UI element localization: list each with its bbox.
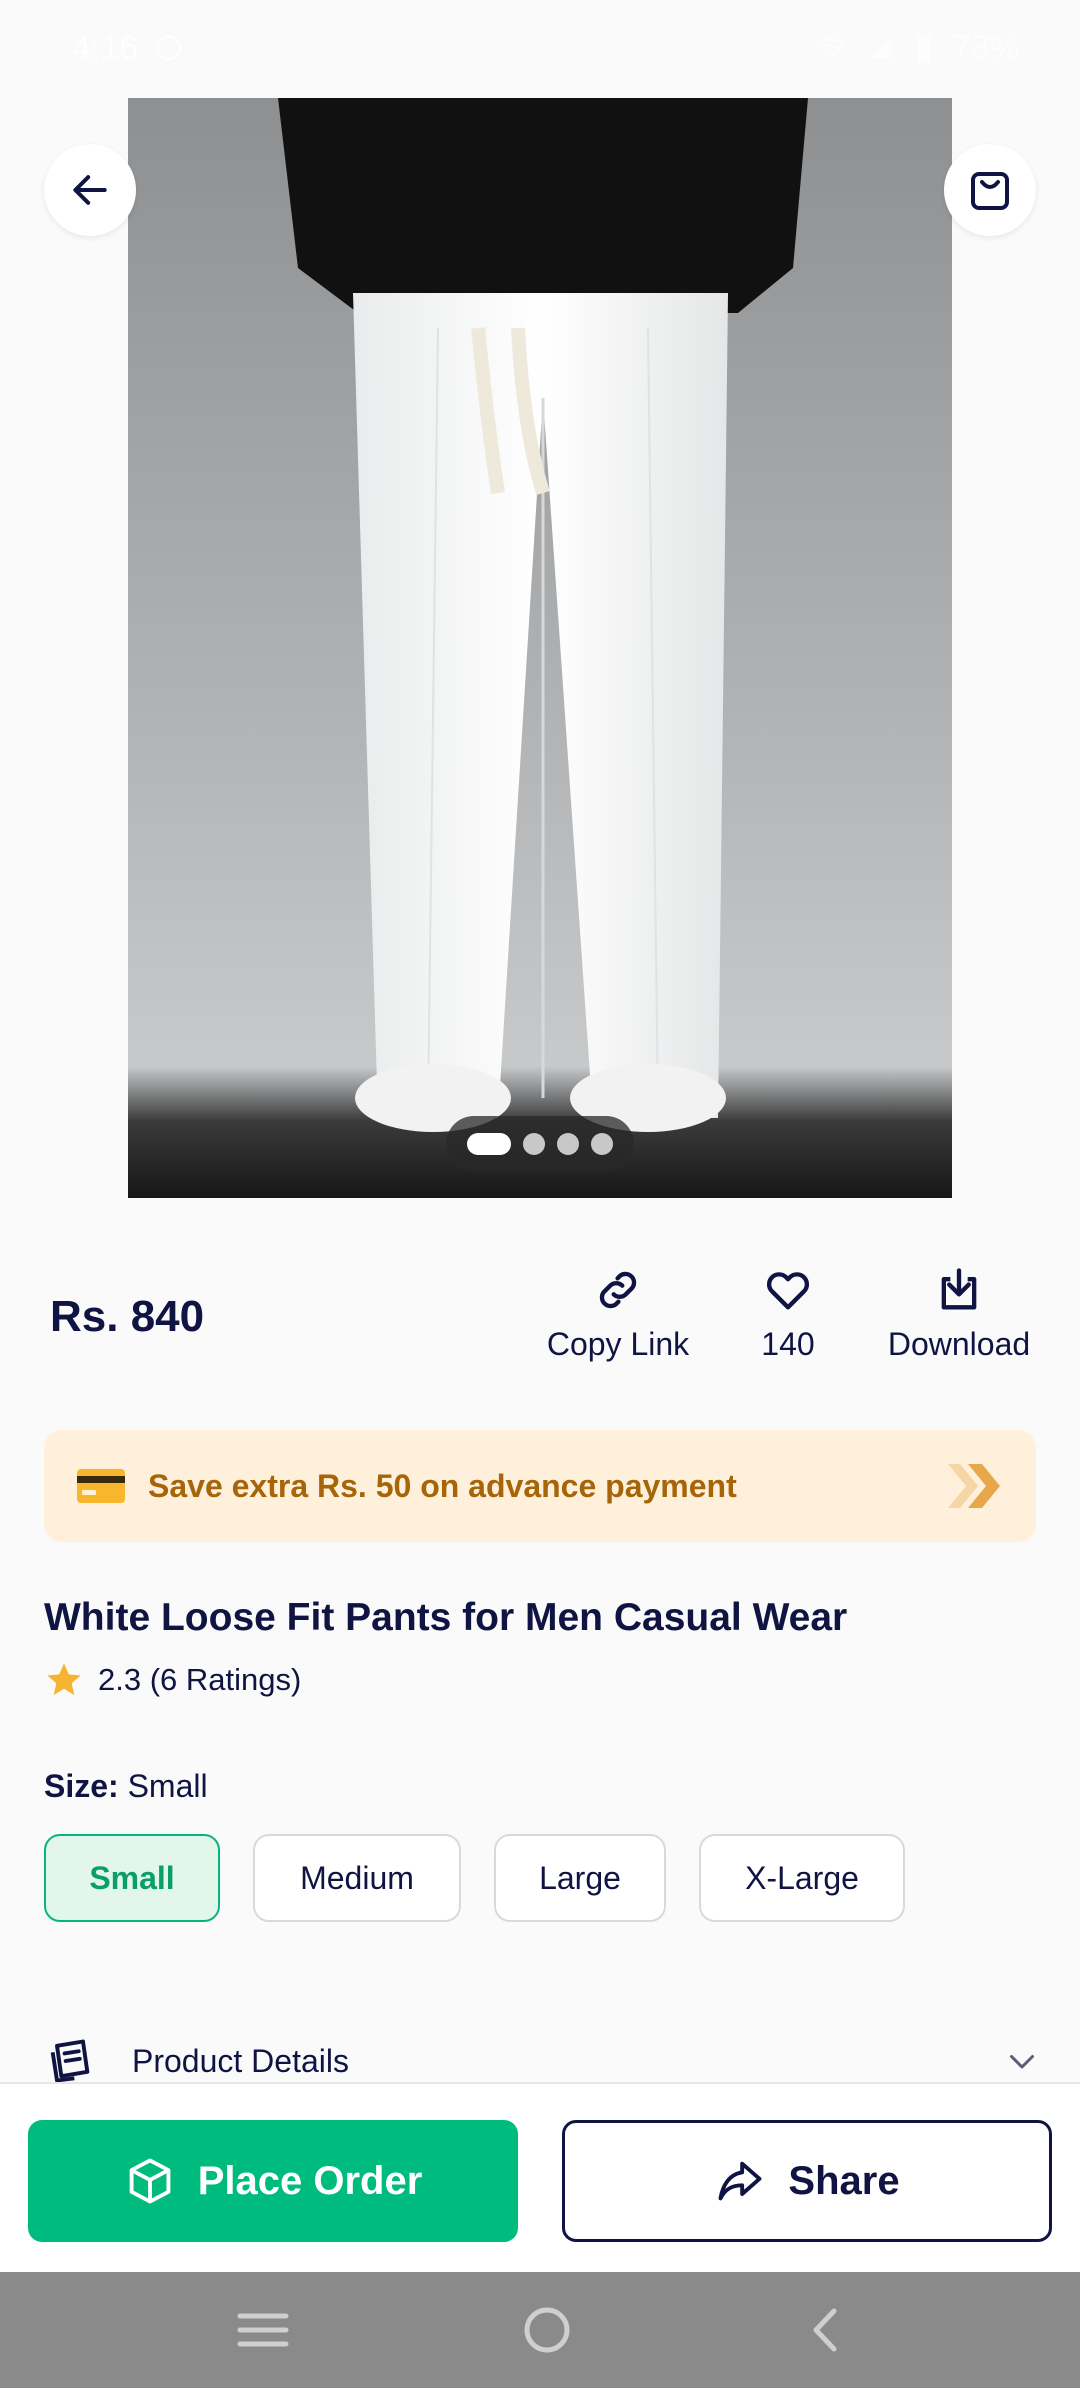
battery-icon [917,36,931,63]
advance-payment-banner[interactable]: Save extra Rs. 50 on advance payment [44,1430,1036,1542]
product-photo [128,98,952,1198]
place-order-button[interactable]: Place Order [28,2120,518,2242]
status-bar: 4:16 73% [0,0,1080,96]
heart-icon [766,1272,810,1310]
bottom-action-bar: Place Order Share [0,2082,1080,2272]
status-left: 4:16 [72,29,184,68]
product-title: White Loose Fit Pants for Men Casual Wea… [44,1596,848,1639]
box-icon [129,2158,171,2204]
rating-text: 2.3 (6 Ratings) [98,1662,302,1697]
notification-icon [156,35,182,61]
download-button[interactable]: Download [876,1264,1042,1363]
product-gallery[interactable] [0,0,1080,1200]
product-details-label: Product Details [132,2042,349,2079]
like-count: 140 [761,1326,815,1362]
copy-link-label: Copy Link [546,1326,690,1362]
carousel-dot[interactable] [467,1133,511,1155]
link-icon [599,1271,637,1309]
cart-button[interactable] [944,144,1036,236]
promo-text: Save extra Rs. 50 on advance payment [148,1467,737,1504]
product-rating[interactable]: 2.3 (6 Ratings) [44,1660,301,1700]
wishlist-button[interactable]: 140 [736,1264,840,1363]
wifi-icon [817,38,845,56]
battery-percent: 73% [951,28,1020,67]
product-image[interactable] [128,98,952,1198]
size-option-large[interactable]: Large [494,1834,666,1922]
status-right: 73% [814,29,1020,68]
selected-size: Small [127,1768,208,1804]
size-option-x-large[interactable]: X-Large [699,1834,905,1922]
share-icon [718,2161,762,2201]
back-button[interactable] [44,144,136,236]
back-arrow-icon [73,175,107,205]
copy-link-button[interactable]: Copy Link [540,1264,696,1363]
details-icon [50,2039,90,2083]
carousel-dot[interactable] [591,1133,613,1155]
menu-icon[interactable] [236,2308,290,2352]
size-label-row: Size: Small [44,1768,208,1805]
place-order-label: Place Order [197,2158,423,2203]
carousel-dot[interactable] [523,1133,545,1155]
signal-icon [869,38,893,58]
star-icon [47,1663,81,1695]
download-label: Download [887,1326,1031,1362]
system-navigation-bar [0,2272,1080,2388]
chevron-right-double-icon [948,1464,1000,1508]
price-actions-row: Rs. 840 Copy Link 140 Download [0,1250,1080,1390]
card-icon [77,1469,125,1503]
product-price: Rs. 840 [50,1292,205,1341]
size-label: Size: [44,1768,119,1804]
carousel-dot[interactable] [557,1133,579,1155]
share-label: Share [788,2158,900,2203]
home-icon[interactable] [522,2305,572,2355]
chevron-down-icon [1010,2055,1034,2069]
status-time: 4:16 [72,28,139,67]
cart-icon [971,172,1009,210]
image-carousel-indicator[interactable] [446,1116,634,1172]
share-button[interactable]: Share [562,2120,1052,2242]
size-option-small[interactable]: Small [44,1834,220,1922]
size-option-medium[interactable]: Medium [253,1834,461,1922]
download-icon [941,1268,977,1310]
back-nav-icon[interactable] [804,2305,844,2355]
